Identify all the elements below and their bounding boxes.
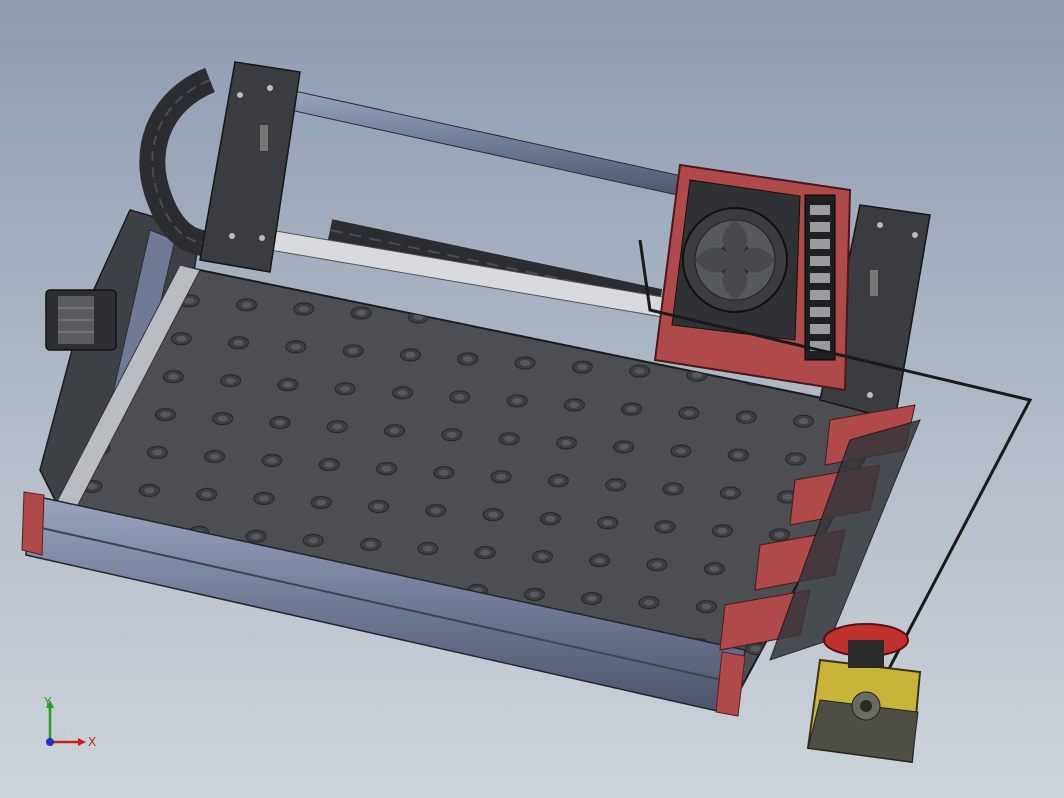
stepper-motor: [45, 289, 117, 351]
cooling-fan: [682, 207, 788, 313]
terminal-strip: [804, 194, 836, 361]
cad-viewport[interactable]: [0, 0, 1064, 798]
y-axis-label: Y: [43, 696, 52, 709]
axis-triad: Y X: [43, 696, 96, 749]
emergency-stop-button: [806, 623, 922, 764]
z-axis-dot: [46, 738, 54, 746]
x-axis-label: X: [88, 735, 96, 749]
